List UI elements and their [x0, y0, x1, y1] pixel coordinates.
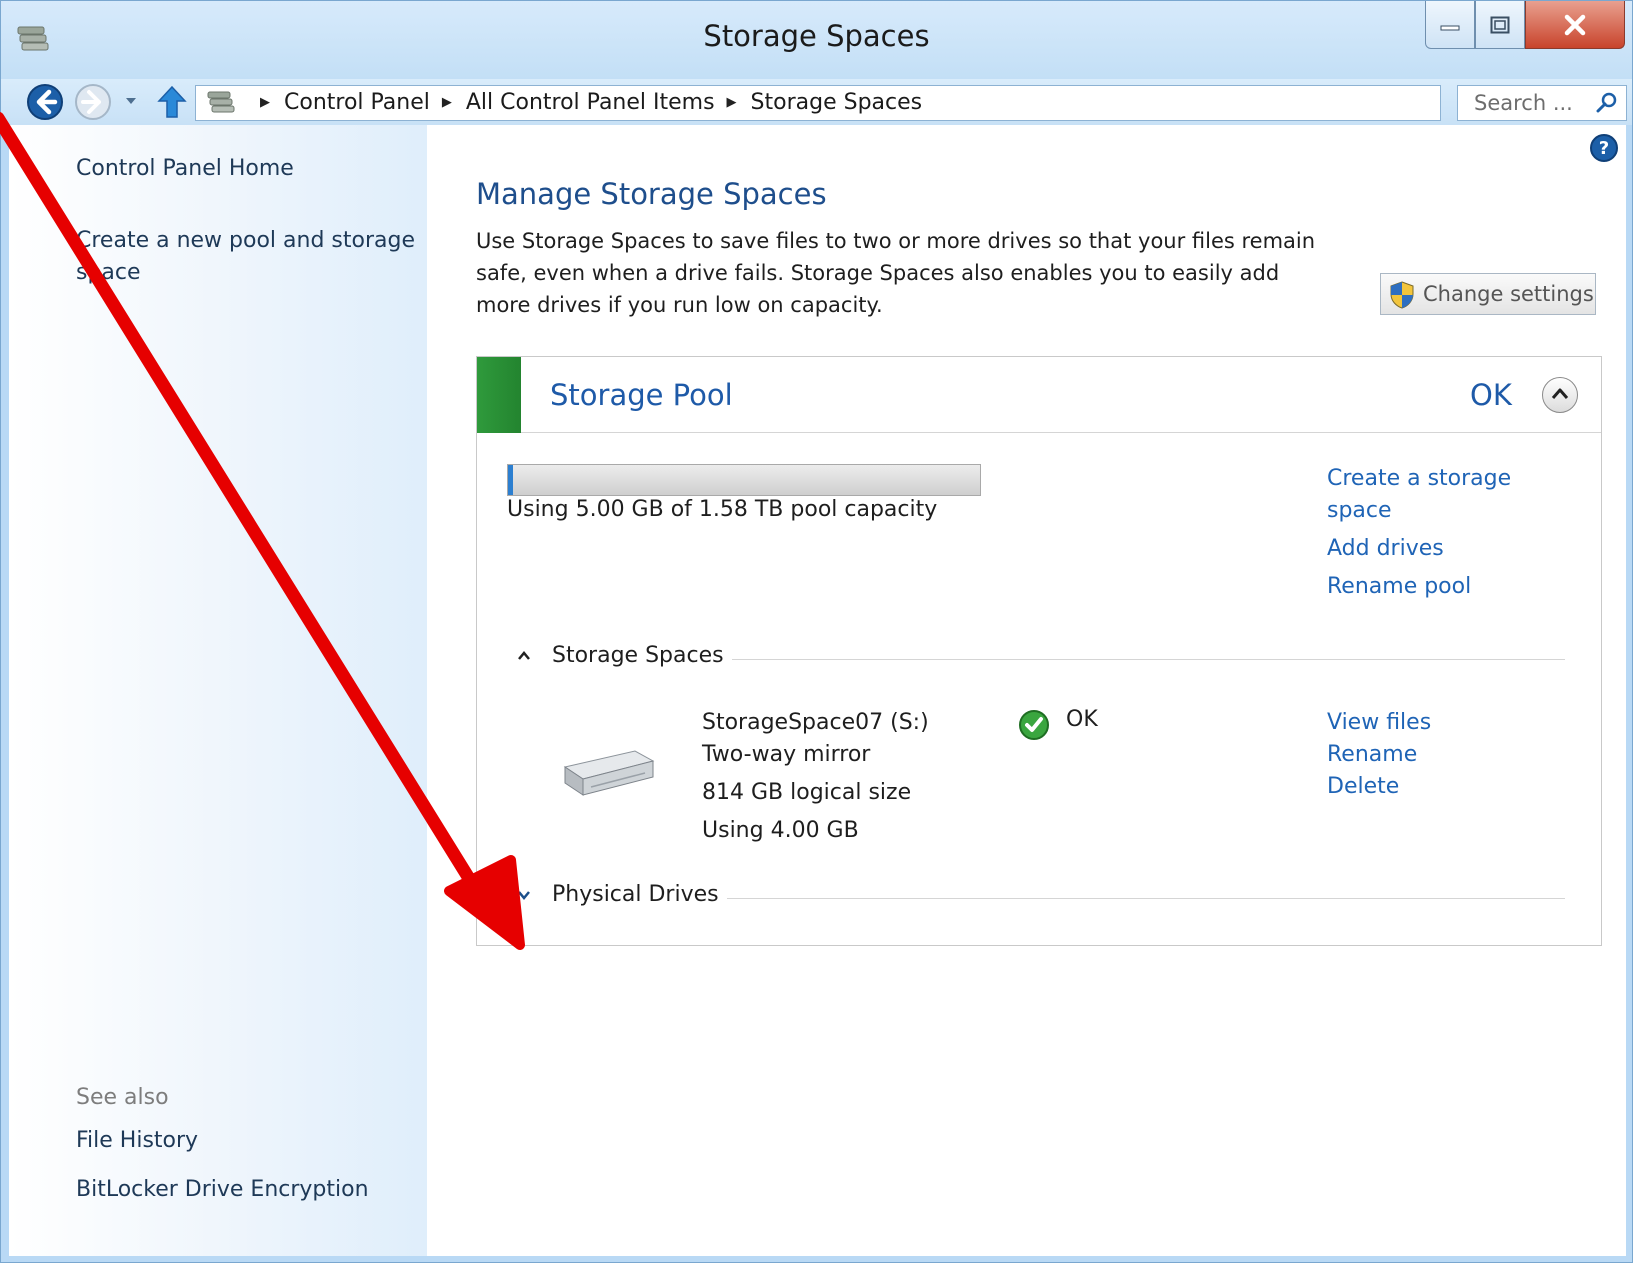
breadcrumb-separator-icon[interactable]: ▶ — [260, 95, 270, 110]
physical-drives-section-header[interactable]: Physical Drives — [517, 882, 1565, 912]
address-bar[interactable]: ▶ Control Panel ▶ All Control Panel Items ▶ S… — [195, 85, 1627, 121]
search-icon[interactable] — [1596, 92, 1618, 114]
page-title: Manage Storage Spaces — [476, 177, 827, 211]
breadcrumb-storage-spaces[interactable]: Storage Spaces — [751, 90, 923, 115]
storage-pool-status: OK — [1470, 378, 1512, 412]
storage-space-status-label: OK — [1066, 707, 1098, 732]
storage-pool-header: Storage Pool OK — [477, 357, 1601, 433]
sidebar: Control Panel Home Create a new pool and… — [9, 125, 427, 1256]
sidebar-link-create-pool[interactable]: Create a new pool and storage space — [76, 225, 421, 289]
content-area: Control Panel Home Create a new pool and… — [9, 125, 1626, 1256]
window-title: Storage Spaces — [703, 19, 930, 53]
back-arrow-icon[interactable] — [25, 83, 65, 121]
storage-pool-panel: Storage Pool OK Using 5.00 GB of 1.58 TB… — [476, 356, 1602, 946]
storage-space-size: 814 GB logical size — [702, 780, 912, 805]
storage-space-resiliency: Two-way mirror — [702, 742, 871, 767]
pool-capacity-bar — [507, 464, 981, 496]
delete-space-link[interactable]: Delete — [1327, 771, 1431, 803]
physical-drives-section-label: Physical Drives — [552, 882, 727, 907]
navigation-bar: ▶ Control Panel ▶ All Control Panel Items ▶ S… — [1, 79, 1632, 125]
rename-space-link[interactable]: Rename — [1327, 739, 1431, 771]
storage-space-usage: Using 4.00 GB — [702, 818, 859, 843]
chevron-up-icon — [518, 651, 530, 660]
storage-spaces-section-label: Storage Spaces — [552, 643, 732, 668]
pool-capacity-fill — [508, 465, 513, 495]
collapse-pool-button[interactable] — [1542, 377, 1578, 413]
storage-spaces-location-icon — [207, 91, 235, 113]
breadcrumb-all-control-panel-items[interactable]: All Control Panel Items — [466, 90, 715, 115]
forward-arrow-icon[interactable] — [73, 83, 113, 121]
search-box[interactable]: Search ... — [1457, 85, 1627, 121]
up-arrow-icon[interactable] — [157, 85, 187, 119]
change-settings-label: Change settings — [1423, 282, 1594, 306]
breadcrumb-separator-icon[interactable]: ▶ — [442, 95, 452, 110]
change-settings-button[interactable]: Change settings — [1380, 273, 1596, 315]
minimize-button[interactable] — [1425, 1, 1475, 49]
pool-capacity-text: Using 5.00 GB of 1.58 TB pool capacity — [507, 497, 938, 522]
svg-text:?: ? — [1599, 138, 1609, 159]
add-drives-link[interactable]: Add drives — [1327, 533, 1547, 565]
maximize-button[interactable] — [1475, 1, 1525, 49]
see-also-heading: See also — [76, 1085, 169, 1110]
drive-icon — [563, 750, 655, 796]
breadcrumb: ▶ Control Panel ▶ All Control Panel Items ▶ S… — [248, 90, 922, 115]
pool-actions: Create a storage space Add drives Rename… — [1327, 463, 1547, 609]
title-bar: Storage Spaces — [1, 1, 1632, 79]
storage-spaces-section-header[interactable]: Storage Spaces — [517, 643, 1565, 673]
page-description: Use Storage Spaces to save files to two … — [476, 229, 1316, 317]
create-storage-space-link[interactable]: Create a storage space — [1327, 463, 1547, 527]
ok-check-icon — [1019, 710, 1049, 740]
storage-space-details: StorageSpace07 (S:) Two-way mirror 814 G… — [702, 707, 929, 847]
sidebar-link-file-history[interactable]: File History — [76, 1125, 198, 1157]
sidebar-link-bitlocker[interactable]: BitLocker Drive Encryption — [76, 1174, 369, 1206]
storage-space-actions: View files Rename Delete — [1327, 707, 1431, 803]
minimize-icon — [1440, 25, 1460, 30]
storage-pool-title: Storage Pool — [550, 378, 733, 412]
maximize-icon — [1490, 16, 1510, 33]
close-icon — [1564, 14, 1586, 35]
storage-spaces-window: Storage Spaces ▶ Control Panel ▶ All Con… — [0, 0, 1633, 1263]
help-icon[interactable]: ? — [1589, 133, 1619, 163]
rename-pool-link[interactable]: Rename pool — [1327, 571, 1547, 603]
close-button[interactable] — [1525, 1, 1625, 49]
breadcrumb-separator-icon[interactable]: ▶ — [727, 95, 737, 110]
uac-shield-icon — [1390, 281, 1414, 309]
storage-space-name: StorageSpace07 (S:) — [702, 710, 929, 735]
view-files-link[interactable]: View files — [1327, 707, 1431, 739]
recent-pages-chevron-down-icon[interactable] — [125, 97, 137, 105]
search-input[interactable]: Search ... — [1474, 91, 1573, 115]
pool-health-indicator — [477, 357, 521, 433]
chevron-down-icon — [518, 891, 530, 900]
sidebar-link-control-panel-home[interactable]: Control Panel Home — [76, 153, 294, 185]
chevron-up-icon — [1551, 388, 1569, 399]
breadcrumb-control-panel[interactable]: Control Panel — [284, 90, 430, 115]
